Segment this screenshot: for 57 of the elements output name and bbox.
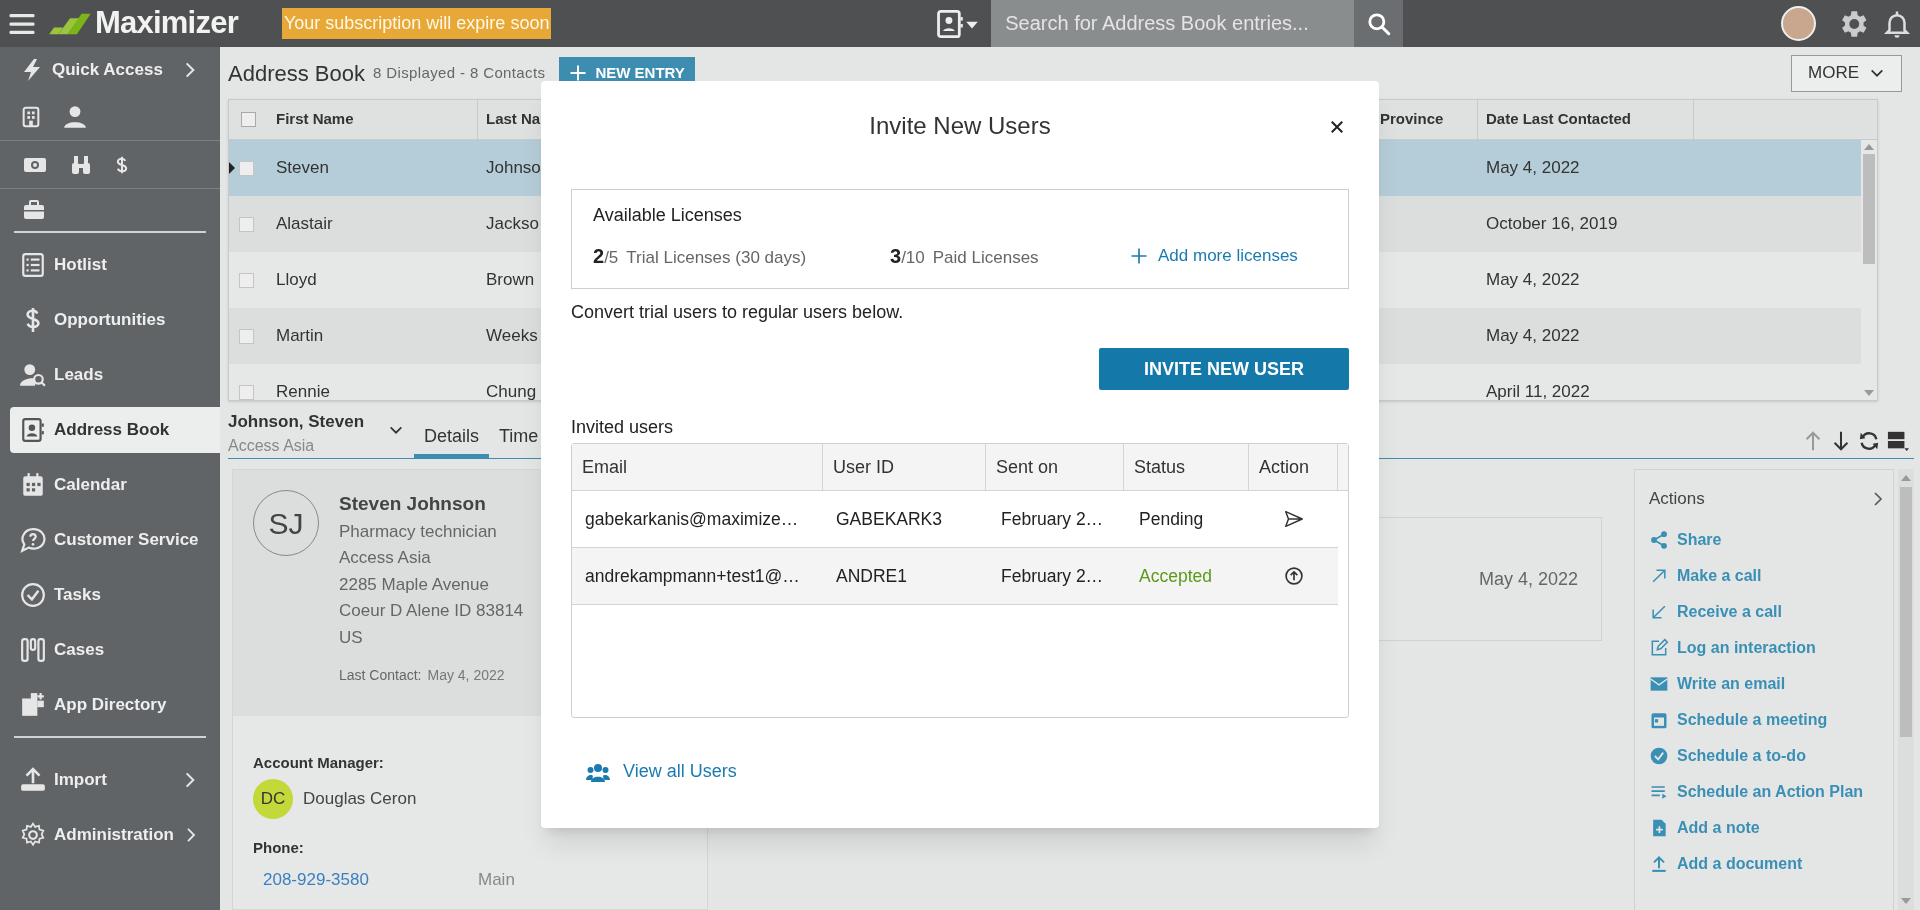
avatar-initials: DC	[253, 778, 293, 819]
license-count: 3/10	[890, 244, 925, 269]
instruction-text: Convert trial users to regular users below.	[571, 301, 905, 324]
logo-text: Maximizer	[95, 4, 238, 43]
panel-title: Actions	[1649, 488, 1705, 510]
table-cell-text: Martin	[275, 325, 325, 348]
table-cell-text: GABEKARK3	[835, 507, 944, 531]
table-cell-text: Rennie	[275, 381, 331, 400]
table-cell-text: gabekarkanis@maximize…	[584, 507, 800, 531]
field-label: Last Contact:	[339, 666, 422, 685]
address-line: Coeur D Alene ID 83814	[339, 600, 524, 622]
table-cell-text: Jackso	[485, 213, 540, 236]
table-cell-text: Alastair	[275, 213, 334, 236]
table-cell-text: ANDRE1	[835, 564, 908, 588]
company-name: Access Asia	[228, 436, 316, 456]
table-cell-text: Brown	[485, 269, 536, 292]
subscription-notice: Your subscription will expire soon	[281, 8, 552, 39]
column-header: Email	[572, 444, 823, 490]
table-cell-text: andrekampmann+test1@…	[584, 564, 801, 588]
address-line: 2285 Maple Avenue	[339, 573, 490, 596]
table-cell-text: April 11, 2022	[1485, 381, 1591, 400]
column-header: Status	[1124, 444, 1249, 490]
table-cell-text: February 2…	[1000, 564, 1105, 588]
license-count: 2/5	[593, 244, 619, 269]
column-header: User ID	[823, 444, 986, 490]
table-cell-text: May 4, 2022	[1485, 157, 1581, 180]
contact-full-name: Steven Johnson	[339, 492, 487, 516]
table-cell-text: May 4, 2022	[1485, 269, 1581, 292]
field-value: Main	[478, 869, 515, 891]
field-value: Douglas Ceron	[303, 787, 417, 810]
field-label: Account Manager:	[253, 753, 384, 773]
license-label: Trial Licenses (30 days)	[626, 247, 807, 269]
table-cell-text: Chung	[485, 381, 538, 400]
address-line: Access Asia	[339, 547, 432, 569]
table-cell-text: October 16, 2019	[1485, 213, 1619, 236]
table-cell-text: February 2…	[1000, 507, 1105, 531]
table-cell-text: Lloyd	[275, 269, 318, 292]
panel-title: Available Licenses	[593, 204, 743, 227]
table-cell-text: May 4, 2022	[1485, 325, 1581, 348]
field-value: May 4, 2022	[427, 666, 505, 685]
status-text: Accepted	[1138, 564, 1213, 588]
contact-name: Johnson, Steven	[228, 410, 366, 433]
dialog-title: Invite New Users	[869, 111, 1051, 141]
field-value: May 4, 2022	[1479, 567, 1579, 591]
license-label: Paid Licenses	[932, 247, 1039, 269]
section-title: Invited users	[571, 416, 675, 439]
page-title: Address Book	[228, 59, 365, 88]
column-header: Sent on	[986, 444, 1124, 490]
column-header: Action	[1249, 444, 1338, 490]
address-line: Pharmacy technician	[339, 520, 498, 543]
status-text: Pending	[1138, 507, 1205, 531]
contact-count: 8 Displayed - 8 Contacts	[372, 62, 546, 83]
field-label: Phone:	[253, 837, 304, 858]
table-cell-text: Steven	[275, 157, 330, 180]
address-line: US	[339, 626, 364, 649]
table-cell-text: Weeks	[485, 325, 539, 348]
table-cell-text: Johnso	[485, 157, 542, 180]
